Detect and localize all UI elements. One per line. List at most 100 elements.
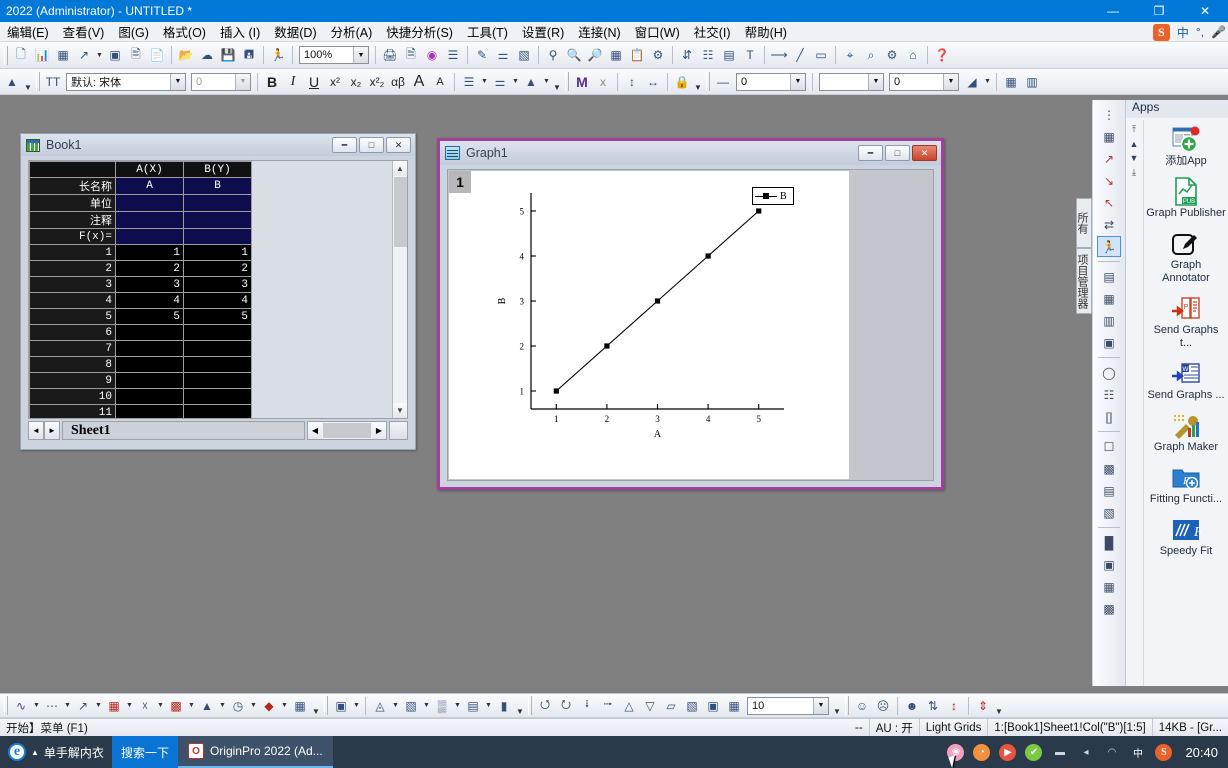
app-item-send-graphs-to-powerpoint[interactable]: P Send Graphs t... — [1144, 289, 1228, 354]
cell-a[interactable]: 5 — [115, 308, 184, 325]
workbook-window[interactable]: Book1 ━ □ ✕ A(X) B(Y) 长名称 A B 单位 注释 F(x)… — [20, 133, 416, 450]
plot-svg[interactable]: 1 2 3 4 5 1 2 3 4 5 A B — [449, 171, 849, 479]
3d-perspective-icon[interactable]: ▽ — [640, 695, 660, 716]
app-item-fitting-function[interactable]: F Fitting Functi... — [1144, 458, 1228, 510]
mask-range-icon[interactable]: ☻ — [902, 695, 922, 716]
toolbar-grip[interactable] — [528, 696, 532, 715]
format-overflow2[interactable]: ▼ — [552, 71, 562, 92]
toolbar-grip[interactable] — [706, 72, 710, 91]
3d-bar-icon[interactable]: ▧ — [401, 695, 421, 716]
window-restore-button[interactable]: ❐ — [1136, 0, 1182, 22]
scrollbar-thumb[interactable] — [394, 177, 407, 247]
rescale-icon[interactable]: ⇵ — [677, 45, 697, 66]
chevron-down-icon[interactable]: ▼ — [353, 47, 368, 63]
window-minimize-button[interactable]: — — [1090, 0, 1136, 22]
line-style-icon[interactable]: — — [713, 71, 733, 92]
superscript-subscript-button[interactable]: x²₂ — [367, 71, 387, 92]
screen-reader-icon[interactable]: ⌖ — [840, 45, 860, 66]
ime-microphone-icon[interactable]: 🎤 — [1211, 25, 1226, 39]
hide-masked-icon[interactable]: ↕ — [944, 695, 964, 716]
menu-item-analysis[interactable]: 分析(A) — [324, 21, 380, 42]
home-icon[interactable]: ⌂ — [903, 45, 923, 66]
table-row[interactable]: 2 2 2 — [29, 260, 252, 277]
column-header-a[interactable]: A(X) — [115, 161, 184, 178]
row-number[interactable]: 11 — [29, 404, 116, 418]
arrow-tool-icon[interactable]: ⟶ — [769, 45, 789, 66]
row-number[interactable]: 9 — [29, 372, 116, 389]
copy-page-icon[interactable]: ✎ — [472, 45, 492, 66]
menu-item-data[interactable]: 数据(D) — [267, 21, 323, 42]
formula-a[interactable] — [115, 228, 184, 245]
tray-volume-icon[interactable]: ◂ — [1077, 744, 1094, 761]
new-graph-icon[interactable]: ↗ — [74, 45, 94, 66]
text-tool-icon[interactable]: ▲ — [2, 71, 22, 92]
new-layer-linked-icon[interactable]: ↗ — [1097, 148, 1121, 169]
plot-toolbar-overflow4[interactable]: ▼ — [994, 695, 1004, 716]
taskbar-item-originpro[interactable]: O OriginPro 2022 (Ad... — [177, 736, 333, 768]
cell-b[interactable]: 5 — [183, 308, 252, 325]
formula-b[interactable] — [183, 228, 252, 245]
line-symbol-dropdown[interactable]: ▼ — [94, 695, 103, 716]
table-row[interactable]: 8 — [29, 356, 252, 373]
apps-scroll-top-button[interactable]: ⤒ — [1132, 124, 1136, 135]
apps-scroll-down-button[interactable]: ▼ — [1130, 153, 1139, 163]
cell-a[interactable] — [115, 388, 184, 405]
status-auto-update[interactable]: AU : 开 — [870, 718, 920, 737]
new-legend-icon[interactable]: ▤ — [719, 45, 739, 66]
table-row[interactable]: 5 5 5 — [29, 308, 252, 325]
rotate-step-combo[interactable]: 10 ▼ — [747, 696, 829, 715]
row-number[interactable]: 8 — [29, 356, 116, 373]
new-graph-dropdown[interactable]: ▼ — [95, 45, 104, 66]
pattern-width-combo[interactable]: 0 ▼ — [889, 72, 959, 91]
merge-layers-icon[interactable]: ▣ — [1097, 332, 1121, 353]
menu-item-window[interactable]: 窗口(W) — [628, 21, 687, 42]
help-tool-icon[interactable]: ❓ — [932, 45, 952, 66]
long-name-b[interactable]: B — [183, 177, 252, 195]
font-size-combo[interactable]: 0 ▼ — [191, 72, 251, 91]
row-number[interactable]: 3 — [29, 276, 116, 293]
3d-projection-icon[interactable]: ▣ — [703, 695, 723, 716]
new-layout-icon[interactable]: 📄 — [147, 45, 167, 66]
select-all-corner[interactable] — [29, 161, 116, 178]
data-display-icon[interactable]: ▦ — [606, 45, 626, 66]
apps-scroll-up-button[interactable]: ▲ — [1130, 139, 1139, 149]
table-row[interactable]: 6 — [29, 324, 252, 341]
pie-chart-icon[interactable]: ◷ — [228, 695, 248, 716]
underline-button[interactable]: U — [304, 71, 324, 92]
taskbar-search-box[interactable]: e ▲ 单手解内衣 — [0, 736, 112, 768]
3d-surface-icon[interactable]: ▣ — [331, 695, 351, 716]
chevron-down-icon[interactable]: ▼ — [170, 73, 185, 90]
3d-surface-dropdown[interactable]: ▼ — [352, 695, 361, 716]
project-explorer-icon[interactable]: ⚙ — [648, 45, 668, 66]
chevron-down-icon[interactable]: ▼ — [235, 73, 250, 90]
line-symbol-icon[interactable]: ↗ — [73, 695, 93, 716]
apps-scroll-bottom-button[interactable]: ⤓ — [1132, 167, 1136, 178]
cell-b[interactable] — [183, 356, 252, 373]
row-label-formula[interactable]: F(x)= — [29, 228, 116, 245]
cell-b[interactable] — [183, 388, 252, 405]
unmask-points-icon[interactable]: ☹ — [873, 695, 893, 716]
cell-b[interactable] — [183, 404, 252, 418]
cell-a[interactable] — [115, 340, 184, 357]
new-matrix-icon[interactable]: ▣ — [105, 45, 125, 66]
pie-chart-dropdown[interactable]: ▼ — [249, 695, 258, 716]
cell-a[interactable] — [115, 356, 184, 373]
grid-style-icon[interactable]: ▦ — [1001, 71, 1021, 92]
table-row[interactable]: 3 3 3 — [29, 276, 252, 293]
cell-a[interactable]: 3 — [115, 276, 184, 293]
axis-style-icon[interactable]: ◯ — [1097, 362, 1121, 383]
side-tab-project-explorer[interactable]: 项目管理器 — [1076, 248, 1092, 314]
bracket-icon[interactable]: [] — [1097, 406, 1121, 427]
menu-item-connectivity[interactable]: 连接(N) — [571, 21, 627, 42]
contour-dropdown[interactable]: ▼ — [453, 695, 462, 716]
window-close-button[interactable]: ✕ — [1182, 0, 1228, 22]
column-plot-dropdown[interactable]: ▼ — [125, 695, 134, 716]
row-number[interactable]: 4 — [29, 292, 116, 309]
tray-network-icon[interactable]: ◠ — [1103, 744, 1120, 761]
scrollbar-thumb-horizontal[interactable] — [323, 423, 371, 438]
grid-lines-icon[interactable]: ☷ — [1097, 384, 1121, 405]
comments-a[interactable] — [115, 211, 184, 229]
3d-spin-icon[interactable]: △ — [619, 695, 639, 716]
status-theme[interactable]: Light Grids — [920, 718, 989, 737]
object-style-icon[interactable]: ▩ — [1097, 598, 1121, 619]
